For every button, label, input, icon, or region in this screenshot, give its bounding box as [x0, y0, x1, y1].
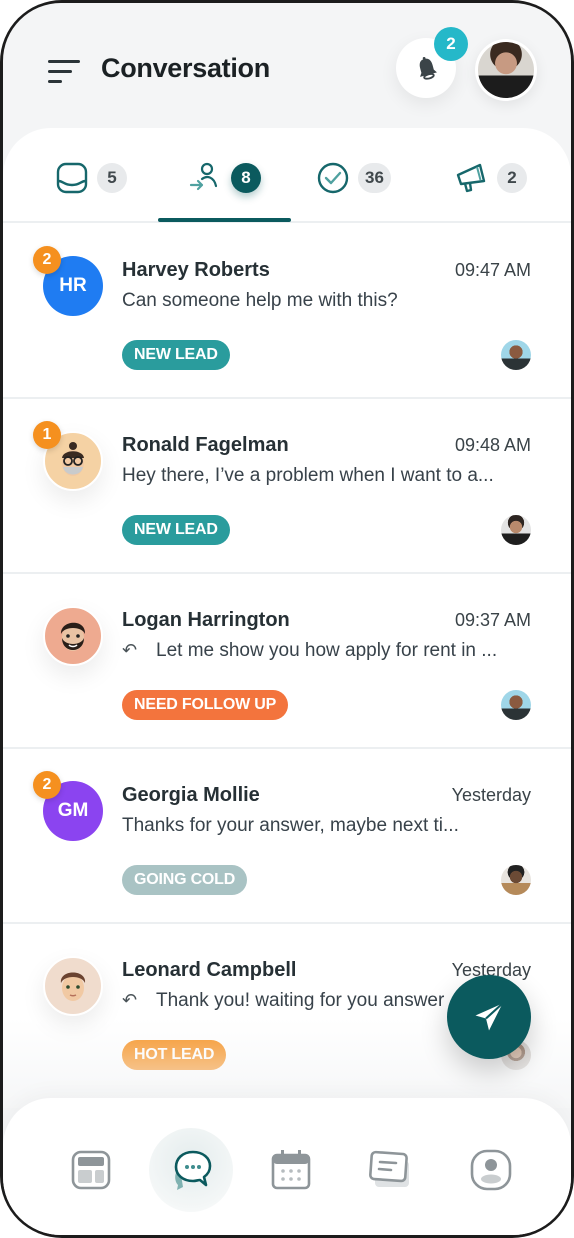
app-header: Conversation 2 [3, 3, 571, 133]
nav-conversations[interactable] [149, 1128, 233, 1212]
megaphone-icon [456, 163, 486, 193]
screen: Conversation 2 5 8 36 2 HR 2 Harvey Robe… [3, 3, 571, 1235]
message-preview: Thanks for your answer, maybe next ti... [122, 815, 537, 837]
inbox-icon [56, 162, 88, 194]
assignee-avatar [501, 340, 531, 370]
nav-calendar[interactable] [249, 1128, 333, 1212]
conversation-row[interactable]: Logan Harrington 09:37 AM ↶ Let me show y… [3, 574, 571, 749]
bell-icon [419, 57, 437, 80]
preview-text: Thank you! waiting for you answer [156, 990, 445, 1011]
menu-icon[interactable] [48, 58, 82, 86]
nav-notes[interactable] [349, 1128, 433, 1212]
message-time: Yesterday [451, 785, 531, 805]
bottom-navigation [3, 1098, 571, 1235]
profile-icon [470, 1149, 512, 1191]
tab-bar: 5 8 36 2 [3, 128, 571, 223]
calendar-icon [271, 1150, 311, 1190]
nav-profile[interactable] [449, 1128, 533, 1212]
conversation-row[interactable]: GM 2 Georgia Mollie Yesterday Thanks for… [3, 749, 571, 924]
dashboard-icon [71, 1150, 111, 1190]
message-preview: Hey there, I’ve a problem when I want to… [122, 465, 537, 487]
contact-name: Logan Harrington [122, 609, 290, 631]
preview-text: Let me show you how apply for rent in ..… [156, 640, 498, 661]
unread-badge: 2 [33, 246, 61, 274]
lead-status-tag[interactable]: GOING COLD [122, 865, 248, 895]
tab-inbox[interactable]: 5 [55, 158, 127, 198]
contact-name: Leonard Campbell [122, 959, 297, 981]
phone-frame: Conversation 2 5 8 36 2 HR 2 Harvey Robe… [0, 0, 574, 1238]
reply-icon: ↶ [122, 990, 138, 1010]
profile-avatar[interactable] [475, 39, 537, 101]
preview-text: Can someone help me with this? [122, 290, 398, 311]
tab-campaigns-count: 2 [497, 163, 527, 193]
nav-dashboard[interactable] [49, 1128, 133, 1212]
lead-status-tag[interactable]: NEW LEAD [122, 515, 230, 545]
tab-assigned[interactable]: 8 [189, 158, 261, 198]
notification-count-badge: 2 [434, 27, 468, 61]
conversation-list: HR 2 Harvey Roberts 09:47 AM Can someone… [3, 224, 571, 1099]
contact-avatar [43, 606, 103, 666]
send-icon [475, 1002, 504, 1031]
conversation-row[interactable]: 1 Ronald Fagelman 09:48 AM Hey there, I’… [3, 399, 571, 574]
page-title: Conversation [101, 53, 270, 83]
tab-resolved-count: 36 [358, 163, 391, 193]
message-time: 09:48 AM [454, 435, 531, 455]
conversation-card: 5 8 36 2 HR 2 Harvey Roberts 09:47 AM Ca… [3, 128, 571, 1108]
chat-icon [174, 1150, 212, 1190]
tab-inbox-count: 5 [97, 163, 127, 193]
notes-icon [369, 1150, 409, 1187]
message-time: 09:37 AM [454, 610, 531, 630]
memoji-man-icon [60, 972, 86, 1001]
message-preview: ↶ Let me show you how apply for rent in .… [122, 640, 537, 662]
conversation-row[interactable]: HR 2 Harvey Roberts 09:47 AM Can someone… [3, 224, 571, 399]
reply-icon: ↶ [122, 640, 138, 660]
assignee-avatar [501, 865, 531, 895]
user-assign-icon [189, 162, 218, 191]
assignee-avatar [501, 515, 531, 545]
unread-badge: 2 [33, 771, 61, 799]
contact-avatar [43, 956, 103, 1016]
contact-name: Harvey Roberts [122, 259, 270, 281]
check-circle-icon [317, 162, 349, 194]
assignee-avatar [501, 690, 531, 720]
message-preview: Can someone help me with this? [122, 290, 537, 312]
tab-assigned-count: 8 [231, 163, 261, 193]
message-time: 09:47 AM [454, 260, 531, 280]
tab-resolved[interactable]: 36 [316, 158, 391, 198]
contact-name: Ronald Fagelman [122, 434, 289, 456]
preview-text: Thanks for your answer, maybe next ti... [122, 815, 459, 836]
lead-status-tag[interactable]: HOT LEAD [122, 1040, 227, 1070]
unread-badge: 1 [33, 421, 61, 449]
lead-status-tag[interactable]: NEED FOLLOW UP [122, 690, 289, 720]
active-tab-indicator [158, 218, 291, 222]
memoji-beard-icon [60, 622, 86, 651]
new-message-button[interactable] [447, 975, 531, 1059]
tab-campaigns[interactable]: 2 [455, 158, 527, 198]
memoji-glasses-icon [62, 442, 84, 476]
contact-name: Georgia Mollie [122, 784, 260, 806]
preview-text: Hey there, I’ve a problem when I want to… [122, 465, 494, 486]
lead-status-tag[interactable]: NEW LEAD [122, 340, 230, 370]
